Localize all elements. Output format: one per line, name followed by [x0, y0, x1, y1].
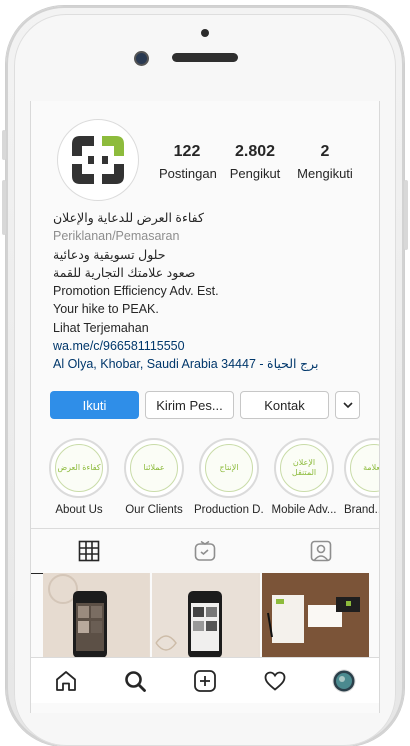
highlight-label: Mobile Adv...	[271, 504, 337, 516]
highlight-label: Brand...	[344, 504, 379, 516]
posts-grid	[43, 573, 369, 658]
suggested-dropdown-button[interactable]	[335, 391, 360, 419]
highlight-cover: عملائنا	[124, 438, 184, 498]
side-button	[2, 130, 6, 160]
side-button	[2, 180, 6, 235]
story-highlight[interactable]: عملائنا Our Clients	[119, 438, 189, 516]
earpiece-speaker	[172, 53, 238, 62]
story-highlight[interactable]: كفاءة العرض About Us	[44, 438, 114, 516]
profile-avatar[interactable]	[57, 119, 139, 201]
posts-label: Postingan	[159, 166, 217, 181]
highlight-badge: الإعلان المتنقل	[280, 444, 328, 492]
post-thumbnail[interactable]	[152, 573, 260, 658]
instagram-profile-screen: 122 Postingan 2.802 Pengikut 2 Mengikuti…	[30, 101, 380, 713]
message-button[interactable]: Kirim Pes...	[145, 391, 234, 419]
post-thumbnail[interactable]	[261, 573, 369, 658]
following-count: 2	[320, 143, 330, 160]
profile-bio: كفاءة العرض للدعاية والإعلان Periklanan/…	[53, 209, 373, 374]
stat-posts[interactable]: 122 Postingan	[159, 143, 217, 181]
highlight-badge: العلامة	[350, 444, 379, 492]
follow-button[interactable]: Ikuti	[50, 391, 139, 419]
profile-name: كفاءة العرض للدعاية والإعلان	[53, 211, 204, 225]
profile-avatar-icon[interactable]	[332, 669, 356, 693]
highlight-label: Production D...	[194, 504, 264, 516]
bio-line: Promotion Efficiency Adv. Est.	[53, 284, 219, 299]
profile-category: Periklanan/Pemasaran	[53, 229, 180, 244]
post-thumbnail[interactable]	[43, 573, 151, 658]
search-icon[interactable]	[123, 669, 147, 693]
sensor-dot	[201, 29, 209, 37]
grid-icon	[78, 540, 100, 562]
new-post-icon[interactable]	[193, 669, 217, 693]
address-link[interactable]: برج الحياة - Al Olya, Khobar, Saudi Arab…	[53, 355, 373, 373]
heart-icon[interactable]	[263, 669, 287, 693]
story-highlight[interactable]: الإعلان المتنقل Mobile Adv...	[269, 438, 339, 516]
tab-igtv[interactable]	[147, 529, 263, 573]
followers-label: Pengikut	[229, 166, 281, 181]
website-link[interactable]: wa.me/c/966581115550	[53, 337, 373, 355]
profile-tabs	[31, 528, 379, 574]
highlight-label: Our Clients	[125, 504, 183, 516]
highlight-badge: عملائنا	[130, 444, 178, 492]
highlight-cover: كفاءة العرض	[49, 438, 109, 498]
bio-line: Your hike to PEAK.	[53, 302, 159, 317]
post-image	[261, 573, 368, 658]
tagged-person-icon	[310, 540, 332, 562]
tab-grid[interactable]	[31, 529, 147, 574]
highlight-cover: الإعلان المتنقل	[274, 438, 334, 498]
home-icon[interactable]	[54, 669, 78, 693]
highlight-cover: العلامة	[344, 438, 379, 498]
side-button	[404, 180, 408, 250]
highlight-label: About Us	[55, 504, 103, 516]
igtv-icon	[194, 540, 216, 561]
bottom-navigation	[31, 657, 379, 703]
highlight-badge: الإنتاج	[205, 444, 253, 492]
bio-line: حلول تسويقية ودعائية	[53, 247, 166, 262]
stat-followers[interactable]: 2.802 Pengikut	[227, 143, 283, 181]
followers-count: 2.802	[234, 143, 276, 160]
highlight-badge: كفاءة العرض	[55, 444, 103, 492]
story-highlight[interactable]: العلامة Brand...	[344, 438, 379, 516]
contact-button[interactable]: Kontak	[240, 391, 329, 419]
front-camera	[136, 53, 147, 64]
post-image	[152, 573, 259, 658]
bio-line: صعود علامتك التجارية للقمة	[53, 265, 196, 280]
stat-following[interactable]: 2 Mengikuti	[293, 143, 357, 181]
post-image	[43, 573, 149, 658]
following-label: Mengikuti	[297, 166, 353, 181]
chevron-down-icon	[342, 402, 353, 409]
see-translation-link[interactable]: Lihat Terjemahan	[53, 319, 373, 337]
tab-tagged[interactable]	[263, 529, 379, 573]
brand-logo	[72, 136, 124, 184]
highlight-cover: الإنتاج	[199, 438, 259, 498]
story-highlight[interactable]: الإنتاج Production D...	[194, 438, 264, 516]
posts-count: 122	[173, 143, 201, 160]
